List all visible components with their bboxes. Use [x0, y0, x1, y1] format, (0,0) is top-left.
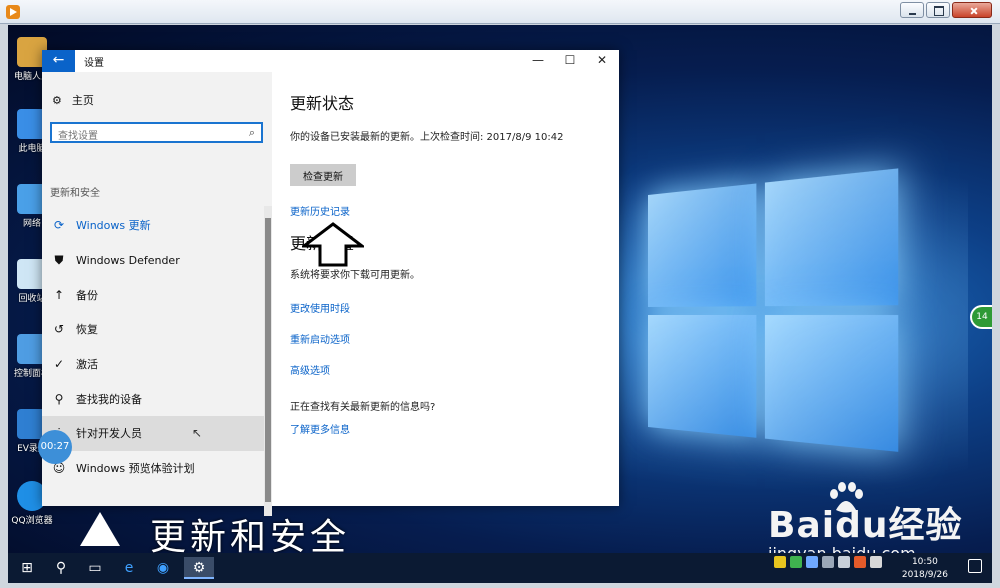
edge-taskbar-button[interactable]: e — [114, 557, 144, 579]
update-status-heading: 更新状态 — [290, 94, 355, 113]
home-nav-item[interactable]: ⚙ 主页 — [52, 92, 94, 108]
windows-logo-wallpaper — [648, 167, 909, 462]
minimize-button[interactable]: — — [531, 53, 545, 67]
refresh-icon: ⟳ — [53, 218, 65, 233]
check-updates-button[interactable]: 检查更新 — [290, 164, 356, 186]
side-floating-badge[interactable]: 14 — [970, 305, 992, 329]
desktop-icon-label: QQ浏览器 — [11, 516, 53, 526]
nav-item-windows-insider[interactable]: ☺ Windows 预览体验计划 — [42, 451, 264, 486]
search-box[interactable]: ⌕ — [50, 122, 263, 145]
task-view-icon: ▭ — [88, 560, 102, 576]
input-method-icon[interactable] — [870, 556, 882, 568]
shield-icon: ⛊ — [54, 252, 64, 267]
back-button[interactable]: ← — [42, 50, 75, 72]
nav-item-recovery[interactable]: ↺ 恢复 — [42, 312, 264, 347]
taskbar-clock[interactable]: 10:50 2018/9/26 — [902, 556, 948, 582]
windows-logo-pane — [648, 315, 757, 438]
search-icon: ⌕ — [248, 126, 255, 139]
nav-item-find-my-device[interactable]: ⚲ 查找我的设备 — [42, 381, 264, 416]
person-location-icon: ⚲ — [54, 391, 64, 406]
gear-icon: ⚙ — [192, 560, 206, 576]
baidu-watermark: Baidu经验 jingyan.baidu.com — [768, 482, 962, 563]
upload-icon: ↑ — [53, 287, 65, 302]
clock-date: 2018/9/26 — [901, 570, 948, 580]
home-label: 主页 — [71, 94, 94, 107]
gear-icon: ⚙ — [52, 93, 62, 107]
nav-item-label: 备份 — [76, 288, 98, 302]
settings-sidebar: ⚙ 主页 ⌕ 更新和安全 ⟳ Windows 更新 ⛊ Windows Defe… — [42, 72, 272, 516]
settings-nav-list: ⟳ Windows 更新 ⛊ Windows Defender ↑ 备份 ↺ 恢… — [42, 208, 264, 486]
nav-item-activation[interactable]: ✓ 激活 — [42, 347, 264, 382]
settings-taskbar-button[interactable]: ⚙ — [184, 557, 214, 579]
nav-item-for-developers[interactable]: ⫶ 针对开发人员 ↖ — [42, 416, 264, 451]
tray-app-icon[interactable] — [774, 556, 786, 568]
taskbar: ⊞ ⚲ ▭ e ◉ ⚙ 10:50 2018/9/26 — [8, 553, 992, 583]
check-circle-icon: ✓ — [53, 357, 65, 372]
scrollbar-thumb[interactable] — [265, 218, 271, 502]
search-input[interactable] — [52, 128, 232, 145]
history-icon: ↺ — [53, 322, 65, 337]
nav-item-label: 查找我的设备 — [76, 392, 142, 406]
windows-logo-pane — [764, 168, 899, 307]
player-close-button[interactable] — [952, 2, 992, 18]
nav-item-label: Windows Defender — [76, 253, 180, 267]
windows-logo-pane — [648, 183, 757, 307]
mouse-cursor-icon: ↖ — [192, 426, 203, 441]
baidu-paw-icon — [830, 482, 863, 513]
player-minimize-button[interactable] — [900, 2, 924, 18]
tray-app-icon[interactable] — [790, 556, 802, 568]
settings-title-bar: ← 设置 — ☐ ✕ — [42, 50, 619, 72]
windows-start-icon: ⊞ — [21, 560, 33, 576]
settings-window: ← 设置 — ☐ ✕ ⚙ 主页 ⌕ 更新和安全 ⟳ Windows 更新 ⛊ W… — [42, 50, 619, 516]
learn-more-link[interactable]: 了解更多信息 — [290, 421, 610, 436]
update-status-text: 你的设备已安装最新的更新。上次检查时间: 2017/8/9 10:42 — [290, 132, 564, 143]
nav-item-backup[interactable]: ↑ 备份 — [42, 277, 264, 312]
recording-timer-badge: 00:27 — [38, 430, 72, 464]
qq-browser-taskbar-button[interactable]: ◉ — [148, 557, 178, 579]
search-taskbar-button[interactable]: ⚲ — [46, 557, 76, 579]
nav-item-label: 针对开发人员 — [76, 427, 142, 441]
active-hours-link[interactable]: 更改使用时段 — [290, 300, 610, 315]
search-icon: ⚲ — [55, 560, 67, 576]
nav-item-label: Windows 更新 — [76, 219, 151, 233]
maximize-button[interactable]: ☐ — [563, 53, 577, 67]
nav-item-label: 激活 — [76, 358, 98, 372]
update-settings-text: 系统将要求你下载可用更新。 — [290, 270, 420, 281]
bluetooth-icon[interactable] — [806, 556, 818, 568]
edge-browser-icon: e — [124, 560, 134, 576]
tray-app-icon[interactable] — [854, 556, 866, 568]
close-button[interactable]: ✕ — [595, 53, 609, 67]
info-question-text: 正在查找有关最新更新的信息吗? — [290, 402, 436, 413]
nav-item-windows-update[interactable]: ⟳ Windows 更新 — [42, 208, 264, 243]
task-view-button[interactable]: ▭ — [80, 557, 110, 579]
up-arrow-icon — [302, 222, 364, 267]
network-tray-icon[interactable] — [822, 556, 834, 568]
player-maximize-button[interactable] — [926, 2, 950, 18]
nav-item-label: 恢复 — [76, 323, 98, 337]
player-app-icon — [6, 5, 20, 19]
system-tray — [774, 556, 882, 568]
qq-browser-icon: ◉ — [156, 560, 170, 576]
action-center-icon[interactable] — [968, 559, 982, 573]
back-arrow-icon: ← — [52, 52, 65, 68]
player-title-bar — [0, 0, 1000, 24]
sidebar-scrollbar[interactable] — [264, 206, 272, 516]
settings-main-pane: 更新状态 你的设备已安装最新的更新。上次检查时间: 2017/8/9 10:42… — [290, 72, 610, 436]
volume-icon[interactable] — [838, 556, 850, 568]
player-window-controls — [900, 2, 992, 18]
restart-options-link[interactable]: 重新启动选项 — [290, 331, 610, 346]
caption-triangle-icon — [80, 512, 120, 546]
clock-time: 10:50 — [911, 557, 938, 567]
window-title: 设置 — [84, 58, 104, 69]
update-history-link[interactable]: 更新历史记录 — [290, 203, 610, 218]
advanced-options-link[interactable]: 高级选项 — [290, 362, 610, 377]
start-button[interactable]: ⊞ — [12, 557, 42, 579]
nav-item-windows-defender[interactable]: ⛊ Windows Defender — [42, 243, 264, 278]
windows-logo-pane — [764, 315, 899, 452]
nav-item-label: Windows 预览体验计划 — [76, 462, 195, 476]
section-heading: 更新和安全 — [50, 188, 100, 199]
